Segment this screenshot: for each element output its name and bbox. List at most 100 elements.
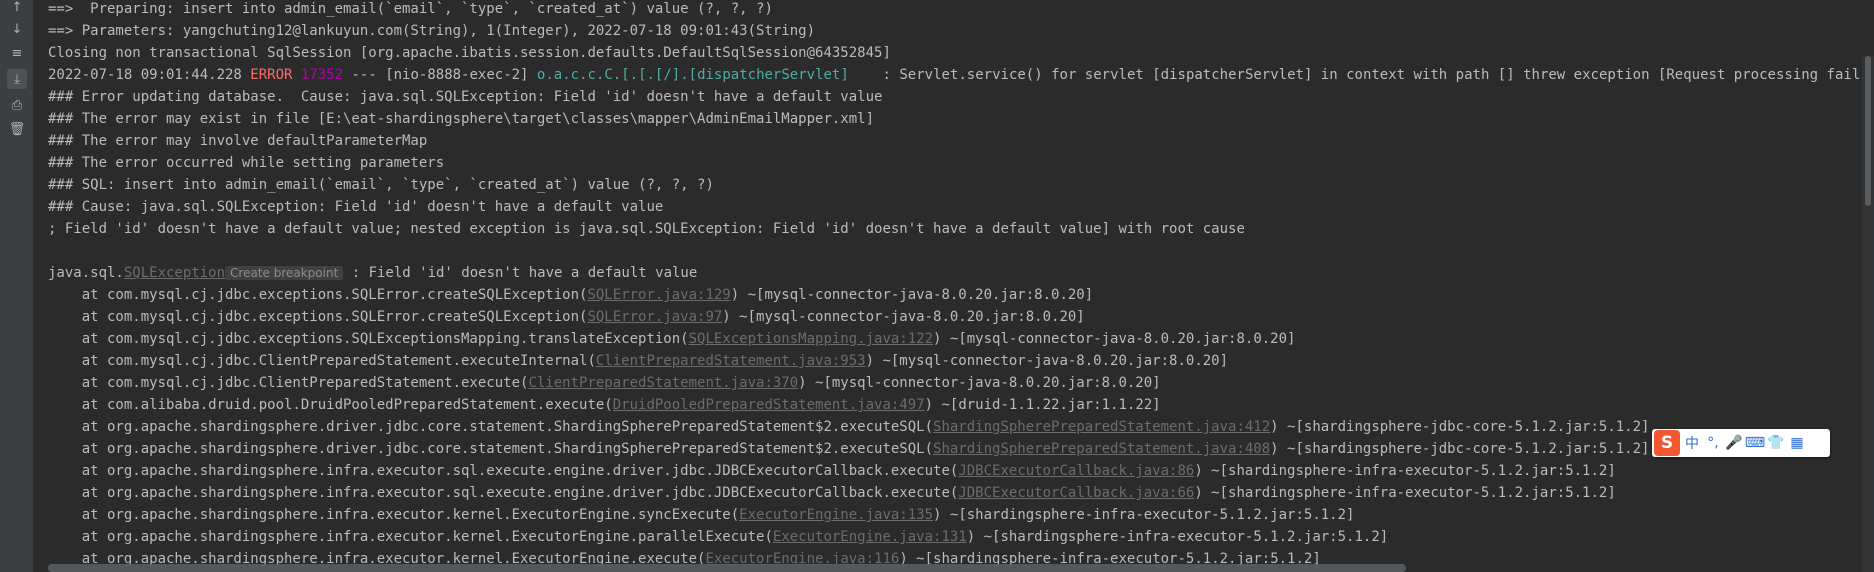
console-line: at com.mysql.cj.jdbc.exceptions.SQLExcep…: [48, 328, 1296, 350]
log-text: ==> Preparing: insert into admin_email(`…: [48, 1, 773, 17]
console-toolbar: ↑ ↓ ≡ ⤓ ⎙ 🗑: [0, 0, 34, 572]
chinese-mode-icon[interactable]: 中: [1683, 434, 1701, 452]
sogou-logo-icon[interactable]: S: [1654, 430, 1680, 456]
log-text: ) ~[mysql-connector-java-8.0.20.jar:8.0.…: [933, 331, 1296, 347]
toolbox-icon[interactable]: ▦: [1788, 434, 1806, 452]
console-line: at org.apache.shardingsphere.infra.execu…: [48, 460, 1616, 482]
log-text: at org.apache.shardingsphere.driver.jdbc…: [48, 419, 934, 435]
console-line: ==> Parameters: yangchuting12@lankuyun.c…: [48, 20, 815, 42]
log-text: ==> Parameters: yangchuting12@lankuyun.c…: [48, 23, 816, 39]
keyboard-icon[interactable]: ⌨: [1745, 434, 1765, 452]
log-text: at com.alibaba.druid.pool.DruidPooledPre…: [48, 397, 613, 413]
vertical-scrollbar[interactable]: [1862, 56, 1874, 572]
log-level-error: ERROR: [250, 67, 293, 83]
console-output[interactable]: ==> Preparing: insert into admin_email(`…: [48, 0, 1860, 572]
console-line: Closing non transactional SqlSession [or…: [48, 42, 891, 64]
source-link[interactable]: ClientPreparedStatement.java:370: [528, 375, 798, 391]
source-link[interactable]: DruidPooledPreparedStatement.java:497: [613, 397, 925, 413]
console-line: at com.alibaba.druid.pool.DruidPooledPre…: [48, 394, 1161, 416]
console-line: at org.apache.shardingsphere.driver.jdbc…: [48, 438, 1650, 460]
log-text: at org.apache.shardingsphere.infra.execu…: [48, 485, 959, 501]
source-link[interactable]: ClientPreparedStatement.java:953: [596, 353, 866, 369]
log-text: 2022-07-18 09:01:44.228: [48, 67, 251, 83]
horizontal-scrollbar-thumb[interactable]: [48, 564, 1406, 572]
log-text: ) ~[druid-1.1.22.jar:1.1.22]: [924, 397, 1161, 413]
log-text: ; Field 'id' doesn't have a default valu…: [48, 221, 1245, 237]
console-line: at com.mysql.cj.jdbc.ClientPreparedState…: [48, 350, 1228, 372]
log-text: ### The error may involve defaultParamet…: [48, 133, 428, 149]
log-text: at com.mysql.cj.jdbc.exceptions.SQLError…: [48, 287, 588, 303]
log-text: ### Cause: java.sql.SQLException: Field …: [48, 199, 664, 215]
log-text: ### The error occurred while setting par…: [48, 155, 445, 171]
log-text: Closing non transactional SqlSession [or…: [48, 45, 891, 61]
create-breakpoint-hint[interactable]: Create breakpoint: [225, 266, 344, 280]
skin-icon[interactable]: 👕: [1767, 434, 1785, 452]
log-text: at org.apache.shardingsphere.driver.jdbc…: [48, 441, 934, 457]
ime-toolbar[interactable]: S 中 °, 🎤 ⌨ 👕 ▦: [1652, 429, 1830, 457]
punctuation-icon[interactable]: °,: [1704, 434, 1722, 452]
log-text: ) ~[mysql-connector-java-8.0.20.jar:8.0.…: [730, 287, 1094, 303]
log-text: ) ~[shardingsphere-infra-executor-5.1.2.…: [966, 529, 1389, 545]
log-text: at com.mysql.cj.jdbc.exceptions.SQLExcep…: [48, 331, 689, 347]
source-link[interactable]: ShardingSpherePreparedStatement.java:412: [933, 419, 1270, 435]
log-text: at org.apache.shardingsphere.infra.execu…: [48, 507, 740, 523]
log-text: ) ~[mysql-connector-java-8.0.20.jar:8.0.…: [722, 309, 1085, 325]
log-text: at com.mysql.cj.jdbc.exceptions.SQLError…: [48, 309, 588, 325]
source-link[interactable]: ExecutorEngine.java:135: [739, 507, 933, 523]
source-link[interactable]: JDBCExecutorCallback.java:86: [958, 463, 1194, 479]
log-text: ) ~[shardingsphere-infra-executor-5.1.2.…: [933, 507, 1355, 523]
console-line: at com.mysql.cj.jdbc.ClientPreparedState…: [48, 372, 1161, 394]
log-text: --- [nio-8888-exec-2]: [343, 67, 537, 83]
soft-wrap-icon[interactable]: ≡: [7, 43, 27, 63]
log-text: ) ~[shardingsphere-infra-executor-5.1.2.…: [1194, 463, 1616, 479]
source-link[interactable]: ExecutorEngine.java:131: [773, 529, 967, 545]
log-text: ) ~[shardingsphere-jdbc-core-5.1.2.jar:5…: [1270, 441, 1650, 457]
log-text: ) ~[shardingsphere-infra-executor-5.1.2.…: [1194, 485, 1616, 501]
console-line: ==> Preparing: insert into admin_email(`…: [48, 0, 773, 20]
log-text: at com.mysql.cj.jdbc.ClientPreparedState…: [48, 375, 529, 391]
console-line: ; Field 'id' doesn't have a default valu…: [48, 218, 1245, 240]
log-text: : Servlet.service() for servlet [dispatc…: [848, 67, 1861, 83]
console-line: at com.mysql.cj.jdbc.exceptions.SQLError…: [48, 284, 1093, 306]
scroll-up-icon[interactable]: ↑: [7, 0, 27, 17]
microphone-icon[interactable]: 🎤: [1725, 434, 1743, 452]
log-text: ) ~[shardingsphere-jdbc-core-5.1.2.jar:5…: [1270, 419, 1650, 435]
process-id: 17352: [300, 67, 344, 83]
console-line: at org.apache.shardingsphere.driver.jdbc…: [48, 416, 1650, 438]
log-text: ### Error updating database. Cause: java…: [48, 89, 883, 105]
scroll-to-end-icon[interactable]: ⤓: [7, 69, 27, 89]
log-text: ### SQL: insert into admin_email(`email`…: [48, 177, 714, 193]
log-text: : Field 'id' doesn't have a default valu…: [343, 265, 698, 281]
console-line: ### SQL: insert into admin_email(`email`…: [48, 174, 714, 196]
log-text: java.sql.: [48, 265, 124, 281]
console-line: at org.apache.shardingsphere.infra.execu…: [48, 504, 1355, 526]
trash-icon[interactable]: 🗑: [7, 119, 27, 139]
console-line: ### Error updating database. Cause: java…: [48, 86, 882, 108]
logger-name: o.a.c.c.C.[.[.[/].[dispatcherServlet]: [536, 67, 849, 83]
log-text: at org.apache.shardingsphere.infra.execu…: [48, 463, 959, 479]
console-line: 2022-07-18 09:01:44.228 ERROR 17352 --- …: [48, 64, 1860, 86]
log-text: ) ~[mysql-connector-java-8.0.20.jar:8.0.…: [798, 375, 1161, 391]
scroll-down-icon[interactable]: ↓: [7, 19, 27, 39]
vertical-scrollbar-thumb[interactable]: [1865, 56, 1871, 206]
print-icon[interactable]: ⎙: [7, 95, 27, 115]
console-line: at org.apache.shardingsphere.infra.execu…: [48, 482, 1616, 504]
console-line: at com.mysql.cj.jdbc.exceptions.SQLError…: [48, 306, 1085, 328]
console-line: ### The error occurred while setting par…: [48, 152, 444, 174]
source-link[interactable]: JDBCExecutorCallback.java:66: [958, 485, 1194, 501]
source-link[interactable]: SQLException: [124, 265, 225, 281]
source-link[interactable]: SQLError.java:97: [587, 309, 722, 325]
console-line: ### Cause: java.sql.SQLException: Field …: [48, 196, 663, 218]
console-line: java.sql.SQLException Create breakpoint :…: [48, 262, 697, 284]
source-link[interactable]: SQLExceptionsMapping.java:122: [689, 331, 933, 347]
log-text: at com.mysql.cj.jdbc.ClientPreparedState…: [48, 353, 596, 369]
log-text: ### The error may exist in file [E:\eat-…: [48, 111, 875, 127]
console-line: at org.apache.shardingsphere.infra.execu…: [48, 526, 1388, 548]
console-line: ### The error may exist in file [E:\eat-…: [48, 108, 874, 130]
source-link[interactable]: SQLError.java:129: [587, 287, 730, 303]
source-link[interactable]: ShardingSpherePreparedStatement.java:408: [933, 441, 1270, 457]
log-text: at org.apache.shardingsphere.infra.execu…: [48, 529, 773, 545]
log-text: ) ~[mysql-connector-java-8.0.20.jar:8.0.…: [865, 353, 1229, 369]
console-line: ### The error may involve defaultParamet…: [48, 130, 427, 152]
